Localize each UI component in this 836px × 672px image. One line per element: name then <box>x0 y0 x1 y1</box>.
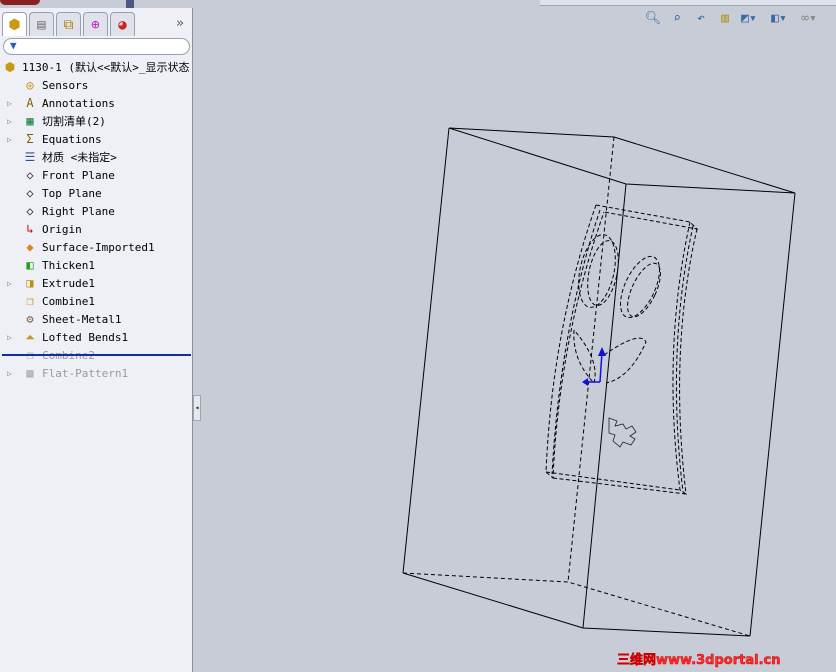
box-edge <box>749 192 796 637</box>
box-hidden-edges <box>402 136 751 637</box>
sheet-metal-part <box>545 204 699 496</box>
box-bottom-edges <box>402 572 751 637</box>
box-edge <box>582 183 627 629</box>
box-top-face <box>448 127 796 194</box>
box-edge <box>402 127 450 574</box>
embossed-text-feature <box>608 417 637 448</box>
graphics-area[interactable] <box>0 0 836 672</box>
watermark: 三维网www.3dportal.cn <box>617 653 781 669</box>
